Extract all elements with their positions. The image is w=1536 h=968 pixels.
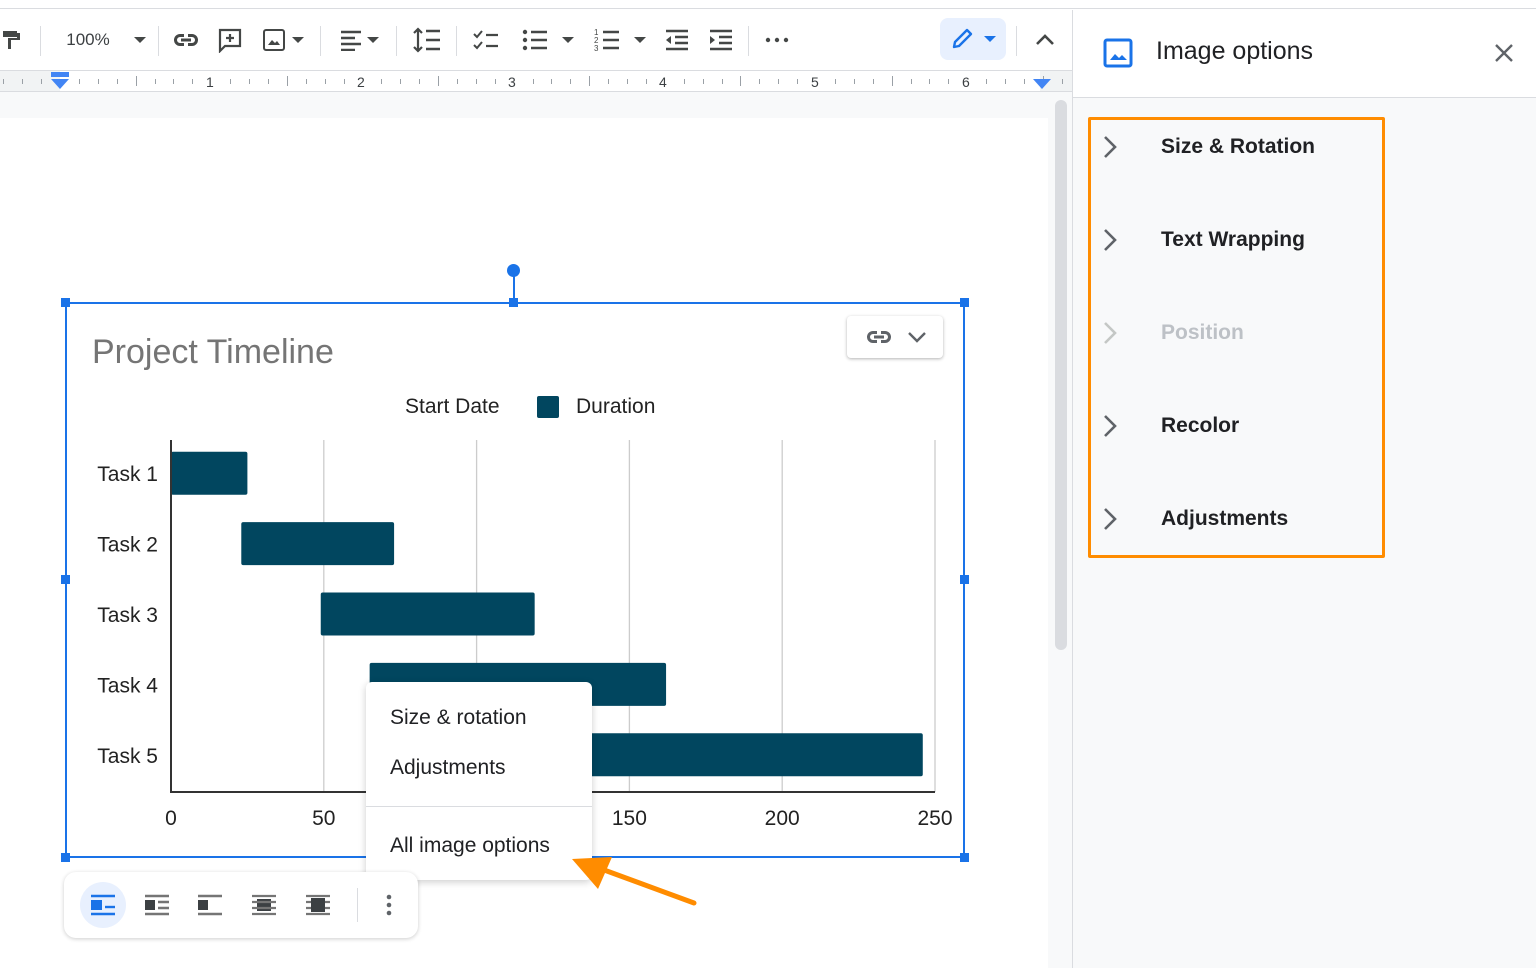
- ruler-tick: [1061, 78, 1063, 84]
- image-context-menu: Size & rotation Adjustments All image op…: [366, 682, 592, 880]
- annotation-arrow-icon: [572, 857, 697, 906]
- y-category-label: Task 1: [97, 463, 158, 486]
- chart-title: Project Timeline: [92, 333, 334, 371]
- menu-item-all-image-options[interactable]: All image options: [390, 834, 550, 858]
- y-category-label: Task 2: [97, 534, 158, 557]
- chevron-down-icon: [907, 332, 926, 343]
- legend-start-date: Start Date: [405, 395, 500, 418]
- x-tick-label: 0: [165, 807, 177, 830]
- duration-bar: [320, 592, 535, 636]
- menu-divider: [366, 806, 592, 807]
- scrollbar-thumb[interactable]: [1055, 100, 1067, 650]
- image-wrap-toolbar: [64, 872, 418, 938]
- resize-handle-ne[interactable]: [960, 298, 969, 307]
- duration-bar: [171, 451, 248, 495]
- toolbar-divider: [357, 888, 358, 922]
- resize-handle-e[interactable]: [960, 575, 969, 584]
- menu-item-size-rotation[interactable]: Size & rotation: [390, 706, 527, 730]
- annotation-highlight-box: [1088, 117, 1385, 558]
- panel-header: Image options: [1073, 10, 1536, 98]
- resize-handle-n[interactable]: [509, 298, 518, 307]
- y-category-label: Task 4: [97, 674, 158, 697]
- resize-handle-sw[interactable]: [61, 853, 70, 862]
- break-text-icon: [198, 894, 222, 916]
- link-icon: [866, 331, 891, 343]
- legend-duration: Duration: [576, 395, 656, 418]
- wrap-text-icon: [145, 894, 169, 916]
- behind-text-button[interactable]: [241, 882, 287, 928]
- break-text-button[interactable]: [187, 882, 233, 928]
- x-tick-label: 250: [917, 807, 952, 830]
- more-image-options-button[interactable]: [366, 882, 412, 928]
- resize-handle-nw[interactable]: [61, 298, 70, 307]
- duration-bar: [241, 522, 395, 566]
- resize-handle-se[interactable]: [960, 853, 969, 862]
- inline-wrap-icon: [91, 894, 115, 916]
- behind-text-icon: [252, 894, 276, 916]
- x-tick-label: 150: [612, 807, 647, 830]
- more-vertical-icon: [386, 894, 392, 916]
- rotate-handle[interactable]: [507, 264, 520, 277]
- panel-title: Image options: [1156, 37, 1314, 65]
- close-icon[interactable]: [1491, 40, 1517, 66]
- x-tick-label: 50: [312, 807, 335, 830]
- in-front-of-text-icon: [306, 894, 330, 916]
- legend-duration-swatch: [537, 396, 559, 418]
- menu-item-adjustments[interactable]: Adjustments: [390, 756, 506, 780]
- x-tick-label: 200: [765, 807, 800, 830]
- wrap-inline-button[interactable]: [80, 882, 126, 928]
- document-scrollbar[interactable]: [1048, 92, 1072, 968]
- linked-chart-options[interactable]: [847, 316, 943, 358]
- in-front-of-text-button[interactable]: [295, 882, 341, 928]
- y-category-label: Task 5: [97, 745, 158, 768]
- resize-handle-w[interactable]: [61, 575, 70, 584]
- wrap-text-button[interactable]: [134, 882, 180, 928]
- y-category-label: Task 3: [97, 604, 158, 627]
- image-icon: [1103, 38, 1133, 68]
